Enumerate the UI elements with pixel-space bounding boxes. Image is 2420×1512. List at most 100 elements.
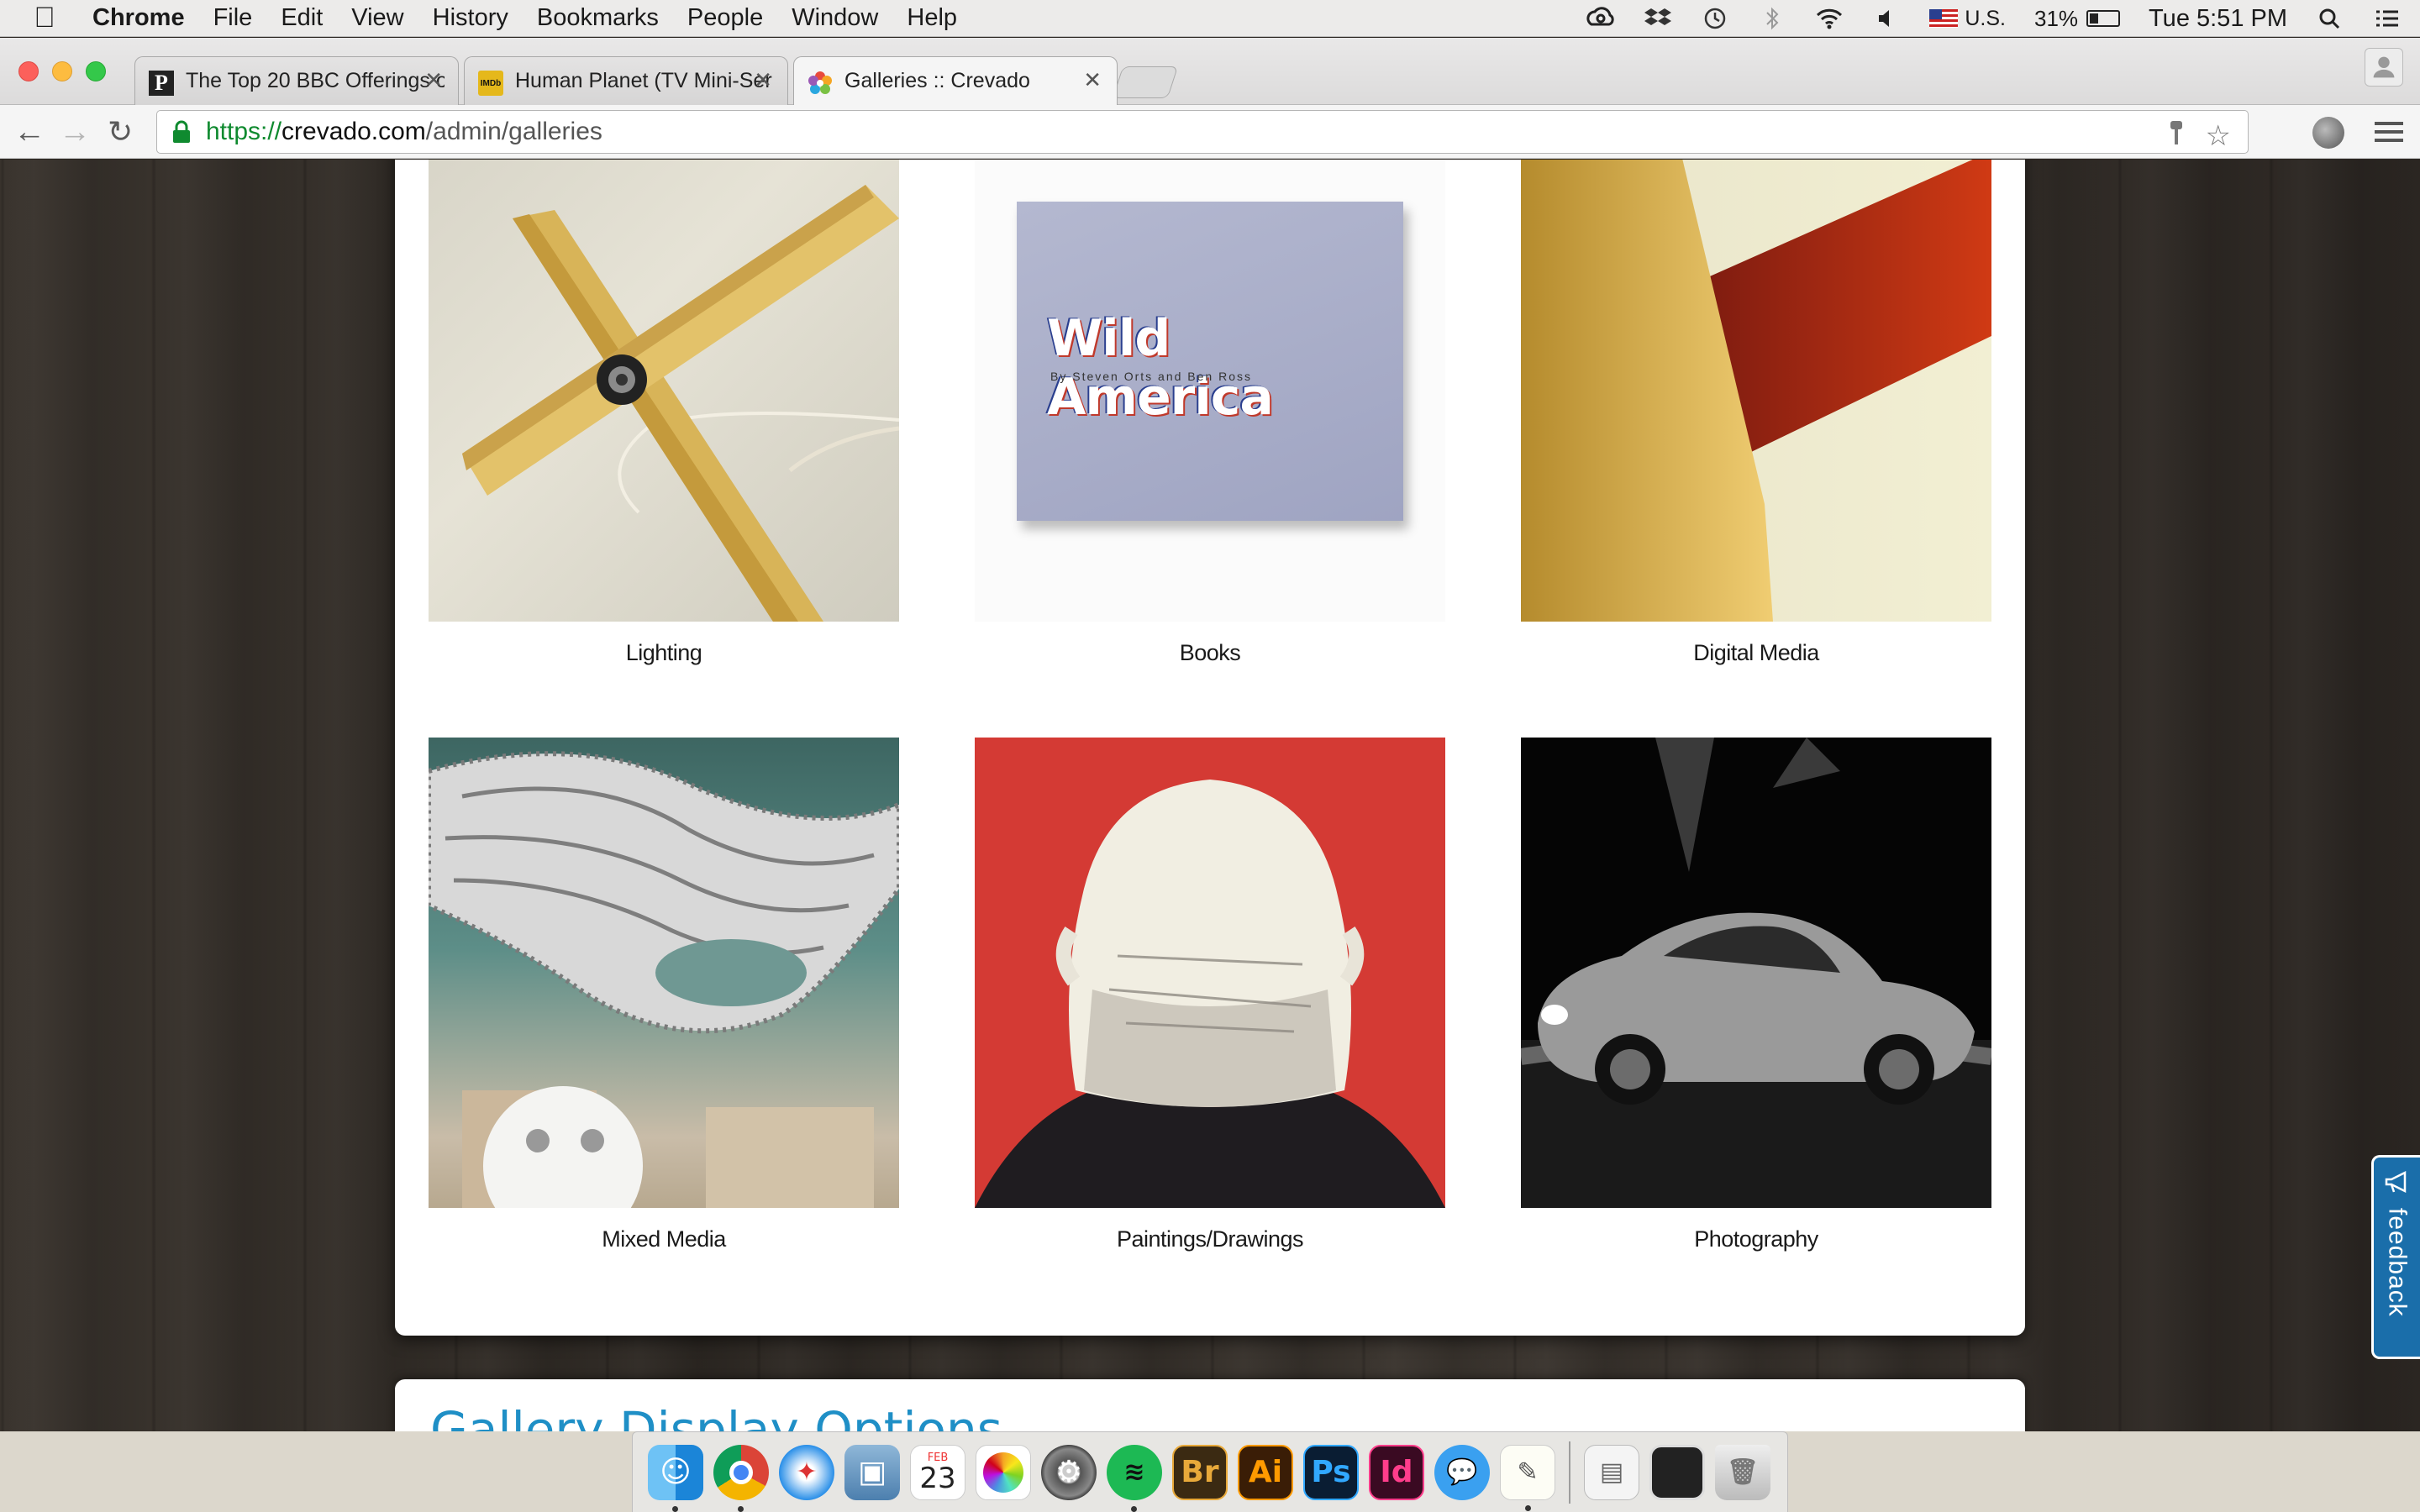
window-minimize-button[interactable] — [52, 61, 72, 81]
chrome-icon[interactable] — [713, 1444, 769, 1512]
omnibox-actions: ☆ — [2167, 119, 2231, 153]
dropbox-icon[interactable] — [1644, 6, 1672, 31]
menubar-clock[interactable]: Tue 5:51 PM — [2149, 5, 2287, 33]
gallery-thumbnail[interactable] — [429, 160, 899, 622]
photos-icon[interactable] — [976, 1444, 1031, 1500]
porsche-photo-image — [1521, 738, 1991, 1208]
tab-human-planet[interactable]: IMDb Human Planet (TV Mini-Ser ✕ — [464, 56, 788, 105]
system-preferences-icon[interactable]: ⚙ — [1041, 1444, 1097, 1500]
tab-bbc-offerings[interactable]: P The Top 20 BBC Offerings o ✕ — [134, 56, 459, 105]
screenshot-stack-icon[interactable] — [1649, 1444, 1705, 1500]
menu-history[interactable]: History — [433, 4, 508, 32]
menu-file[interactable]: File — [213, 4, 253, 32]
tab-close-icon[interactable]: ✕ — [424, 67, 443, 93]
indesign-icon[interactable]: Id — [1369, 1444, 1424, 1500]
key-icon[interactable] — [2167, 119, 2186, 148]
menu-app-name[interactable]: Chrome — [92, 4, 185, 32]
macos-menubar:  Chrome File Edit View History Bookmark… — [0, 0, 2420, 37]
finder-icon[interactable]: ☺ — [648, 1444, 703, 1512]
creative-cloud-icon[interactable] — [1586, 6, 1615, 31]
photoshop-icon[interactable]: Ps — [1303, 1444, 1359, 1500]
gallery-thumbnail[interactable] — [975, 738, 1445, 1208]
calendar-day: 23 — [919, 1462, 956, 1495]
battery-status[interactable]: 31% — [2034, 6, 2121, 32]
gallery-name[interactable]: Digital Media — [1521, 640, 1991, 666]
window-zoom-button[interactable] — [86, 61, 106, 81]
book-cover-title: Wild America — [1047, 309, 1274, 427]
secure-lock-icon[interactable] — [171, 119, 192, 144]
input-source-label: U.S. — [1965, 6, 2006, 30]
gallery-card-paintings-drawings[interactable]: Paintings/Drawings — [975, 738, 1445, 1252]
us-flag-icon — [1929, 9, 1959, 28]
messages-icon[interactable]: 💬 — [1434, 1444, 1490, 1500]
gallery-name[interactable]: Books — [975, 640, 1445, 666]
gallery-card-digital-media[interactable]: Digital Media — [1521, 160, 1991, 666]
browser-tab-strip: P The Top 20 BBC Offerings o ✕ IMDb Huma… — [0, 38, 2420, 105]
extension-icon[interactable] — [2312, 117, 2344, 149]
page-viewport: Lighting Wild America By Steven Orts and… — [0, 160, 2420, 1431]
book-cover-subtitle: By Steven Orts and Ben Ross — [1050, 370, 1252, 383]
lamp-image — [462, 185, 899, 622]
gallery-card-mixed-media[interactable]: Mixed Media — [429, 738, 899, 1252]
safari-icon[interactable]: ✦ — [779, 1444, 834, 1500]
tab-close-icon[interactable]: ✕ — [754, 67, 772, 93]
profile-avatar-button[interactable] — [2365, 48, 2403, 87]
window-close-button[interactable] — [18, 61, 39, 81]
sculpture-image — [429, 751, 899, 1208]
tab-title: The Top 20 BBC Offerings o — [186, 69, 445, 92]
bluetooth-icon[interactable] — [1758, 6, 1786, 31]
address-bar[interactable]: https://crevado.com/admin/galleries ☆ — [156, 110, 2249, 154]
chrome-menu-icon[interactable] — [2375, 117, 2403, 147]
spotify-icon[interactable]: ≋ — [1107, 1444, 1162, 1512]
apple-menu-icon[interactable]:  — [15, 2, 74, 34]
menu-edit[interactable]: Edit — [281, 4, 323, 32]
book-cover-image: Wild America By Steven Orts and Ben Ross — [1017, 202, 1403, 521]
gallery-name[interactable]: Photography — [1521, 1226, 1991, 1252]
display-options-panel: Gallery Display Options — [395, 1379, 2025, 1431]
trash-icon[interactable]: 🗑 — [1715, 1444, 1770, 1500]
bridge-icon[interactable]: Br — [1172, 1444, 1228, 1500]
menu-bookmarks[interactable]: Bookmarks — [537, 4, 659, 32]
gallery-name[interactable]: Lighting — [429, 640, 899, 666]
wifi-icon[interactable] — [1815, 6, 1844, 31]
dock: ☺ ✦ ▣ FEB 23 ⚙ ≋ Br Ai Ps Id 💬 ✎ ▤ 🗑 — [632, 1431, 1788, 1512]
gallery-thumbnail[interactable]: Wild America By Steven Orts and Ben Ross — [975, 160, 1445, 622]
spotlight-search-icon[interactable] — [2316, 6, 2344, 31]
url-path: /admin/galleries — [425, 118, 602, 145]
url-scheme: https:// — [206, 118, 282, 145]
volume-icon[interactable] — [1872, 6, 1901, 31]
gallery-name[interactable]: Paintings/Drawings — [975, 1226, 1445, 1252]
notification-center-icon[interactable] — [2373, 6, 2402, 31]
gallery-thumbnail[interactable] — [1521, 738, 1991, 1208]
input-source-indicator[interactable]: U.S. — [1929, 7, 2006, 31]
menu-view[interactable]: View — [351, 4, 403, 32]
reload-icon[interactable]: ↻ — [108, 115, 133, 149]
back-arrow-icon[interactable]: ← — [13, 115, 45, 149]
illustrator-icon[interactable]: Ai — [1238, 1444, 1293, 1500]
preview-icon[interactable]: ▣ — [844, 1444, 900, 1500]
gallery-card-books[interactable]: Wild America By Steven Orts and Ben Ross… — [975, 160, 1445, 666]
imdb-icon: IMDb — [478, 71, 503, 96]
feedback-tab[interactable]: feedback — [2371, 1155, 2420, 1359]
gallery-name[interactable]: Mixed Media — [429, 1226, 899, 1252]
tab-galleries-crevado[interactable]: Galleries :: Crevado ✕ — [793, 56, 1118, 105]
person-icon — [2373, 56, 2395, 78]
textedit-icon[interactable]: ✎ — [1500, 1444, 1555, 1511]
bookmark-star-icon[interactable]: ☆ — [2206, 119, 2231, 153]
gallery-card-photography[interactable]: Photography — [1521, 738, 1991, 1252]
menu-window[interactable]: Window — [792, 4, 878, 32]
gallery-card-lighting[interactable]: Lighting — [429, 160, 899, 666]
gallery-thumbnail[interactable] — [1521, 160, 1991, 622]
menu-help[interactable]: Help — [907, 4, 957, 32]
megaphone-icon — [2385, 1170, 2406, 1194]
time-machine-icon[interactable] — [1701, 6, 1729, 31]
calendar-icon[interactable]: FEB 23 — [910, 1444, 965, 1500]
menu-people[interactable]: People — [687, 4, 763, 32]
dock-separator — [1569, 1441, 1570, 1504]
new-tab-button[interactable] — [1112, 66, 1179, 98]
browser-toolbar: ← → ↻ https://crevado.com/admin/gallerie… — [0, 105, 2420, 159]
forward-arrow-icon[interactable]: → — [59, 115, 91, 149]
documents-stack-icon[interactable]: ▤ — [1584, 1444, 1639, 1500]
gallery-thumbnail[interactable] — [429, 738, 899, 1208]
tab-close-icon[interactable]: ✕ — [1083, 67, 1102, 93]
